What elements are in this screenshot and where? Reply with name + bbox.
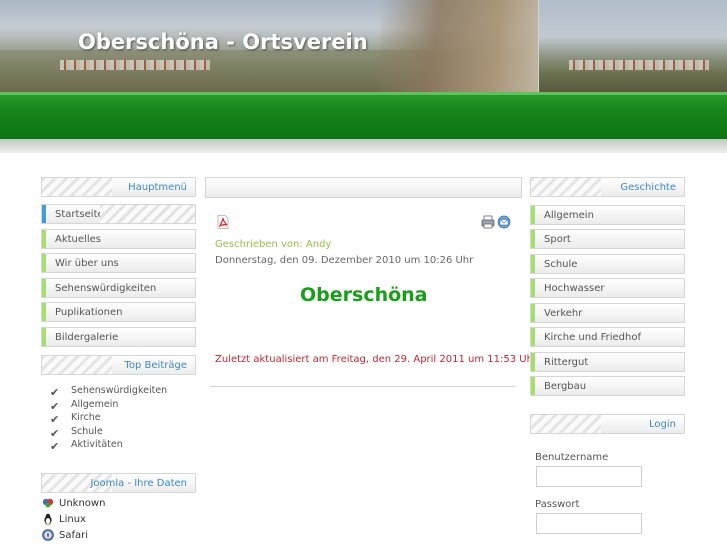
checkmark-icon: ✔ (50, 399, 60, 413)
village-graphic (60, 60, 210, 70)
menu-item-sehenswuerdigkeiten[interactable]: Sehenswürdigkeiten (41, 278, 196, 298)
content-header-bar (205, 177, 522, 198)
menu-accent (531, 206, 535, 224)
history-item-schule[interactable]: Schule (530, 254, 685, 274)
menu-accent (531, 279, 535, 297)
top-post-link[interactable]: Aktivitäten (71, 439, 123, 450)
content-divider (210, 386, 515, 387)
header-stripe (531, 415, 601, 433)
menu-item-label: Allgemein (544, 210, 594, 221)
history-item-rittergut[interactable]: Rittergut (530, 352, 685, 372)
menu-item-wir-ueber-uns[interactable]: Wir über uns (41, 253, 196, 273)
stats-label: Safari (59, 530, 89, 541)
menu-accent (531, 353, 535, 371)
article-modified: Zuletzt aktualisiert am Freitag, den 29.… (215, 354, 538, 365)
history-menu-header: Geschichte (530, 177, 685, 197)
main-menu-title: Hauptmenü (128, 182, 187, 193)
menu-item-label: Aktuelles (55, 234, 101, 245)
checkmark-icon: ✔ (50, 413, 60, 426)
history-menu-title: Geschichte (620, 182, 676, 193)
username-field[interactable] (536, 466, 642, 487)
history-item-sport[interactable]: Sport (530, 229, 685, 249)
header-stripe (531, 178, 601, 196)
password-field[interactable] (536, 513, 642, 534)
menu-item-label: Verkehr (544, 308, 583, 319)
safari-icon (42, 529, 54, 541)
menu-item-label: Startseite (55, 209, 104, 220)
landscape-photo-right (538, 0, 727, 92)
article-title: Oberschöna (300, 284, 428, 306)
top-post-link[interactable]: Schule (71, 426, 103, 437)
username-label: Benutzername (535, 452, 609, 463)
top-posts-title: Top Beiträge (124, 360, 187, 371)
menu-item-label: Sehenswürdigkeiten (55, 283, 157, 294)
top-post-link[interactable]: Allgemein (71, 399, 118, 410)
linux-penguin-icon (42, 513, 54, 525)
menu-item-startseite[interactable]: Startseite (41, 204, 196, 224)
main-menu-header: Hauptmenü (41, 177, 196, 197)
menu-accent (531, 255, 535, 273)
pdf-icon[interactable] (217, 215, 229, 229)
menu-accent (42, 328, 46, 346)
menu-accent (42, 230, 46, 248)
checkmark-icon: ✔ (50, 440, 60, 453)
menu-item-label: Kirche und Friedhof (544, 332, 641, 343)
stats-label: Unknown (59, 498, 106, 509)
menu-accent (531, 230, 535, 248)
header-stripe (42, 356, 112, 374)
joomla-stats-header: Joomla - Ihre Daten (41, 473, 196, 493)
article-author: Geschrieben von: Andy (215, 239, 332, 250)
menu-accent (531, 328, 535, 346)
history-item-kirche-und-friedhof[interactable]: Kirche und Friedhof (530, 327, 685, 347)
login-header: Login (530, 414, 685, 434)
history-item-verkehr[interactable]: Verkehr (530, 303, 685, 323)
history-item-hochwasser[interactable]: Hochwasser (530, 278, 685, 298)
menu-item-label: Hochwasser (544, 283, 605, 294)
menu-item-label: Sport (544, 234, 571, 245)
menu-item-label: Rittergut (544, 357, 589, 368)
menu-accent (42, 205, 46, 223)
menu-item-label: Bildergalerie (55, 332, 119, 343)
history-item-bergbau[interactable]: Bergbau (530, 376, 685, 396)
email-icon[interactable] (497, 215, 511, 229)
menu-accent (42, 303, 46, 321)
menu-item-bildergalerie[interactable]: Bildergalerie (41, 327, 196, 347)
top-posts-header: Top Beiträge (41, 355, 196, 375)
header-banner: Oberschöna - Ortsverein (0, 0, 727, 92)
menu-accent (531, 304, 535, 322)
print-icon[interactable] (481, 215, 495, 229)
menu-item-label: Schule (544, 259, 578, 270)
password-label: Passwort (535, 499, 580, 510)
menu-item-aktuelles[interactable]: Aktuelles (41, 229, 196, 249)
trees-graphic (380, 0, 540, 92)
unknown-browser-icon (42, 497, 54, 509)
menu-accent (42, 254, 46, 272)
village-graphic-right (569, 60, 709, 70)
checkmark-icon: ✔ (50, 386, 60, 399)
menu-item-label: Wir über uns (55, 258, 119, 269)
history-item-allgemein[interactable]: Allgemein (530, 205, 685, 225)
site-title: Oberschöna - Ortsverein (78, 30, 368, 54)
article-date: Donnerstag, den 09. Dezember 2010 um 10:… (215, 255, 474, 266)
menu-accent (531, 377, 535, 395)
menu-item-puplikationen[interactable]: Puplikationen (41, 302, 196, 322)
top-post-link[interactable]: Sehenswürdigkeiten (71, 385, 167, 396)
green-nav-bar (0, 92, 727, 139)
stats-label: Linux (59, 514, 86, 525)
menu-accent (42, 279, 46, 297)
checkmark-icon: ✔ (50, 426, 60, 440)
menu-item-label: Puplikationen (55, 307, 123, 318)
menu-item-label: Bergbau (544, 381, 587, 392)
top-post-link[interactable]: Kirche (71, 412, 101, 423)
header-stripe (42, 178, 112, 196)
joomla-stats-title: Joomla - Ihre Daten (90, 478, 187, 489)
login-title: Login (649, 419, 676, 430)
header-shadow (0, 139, 727, 153)
